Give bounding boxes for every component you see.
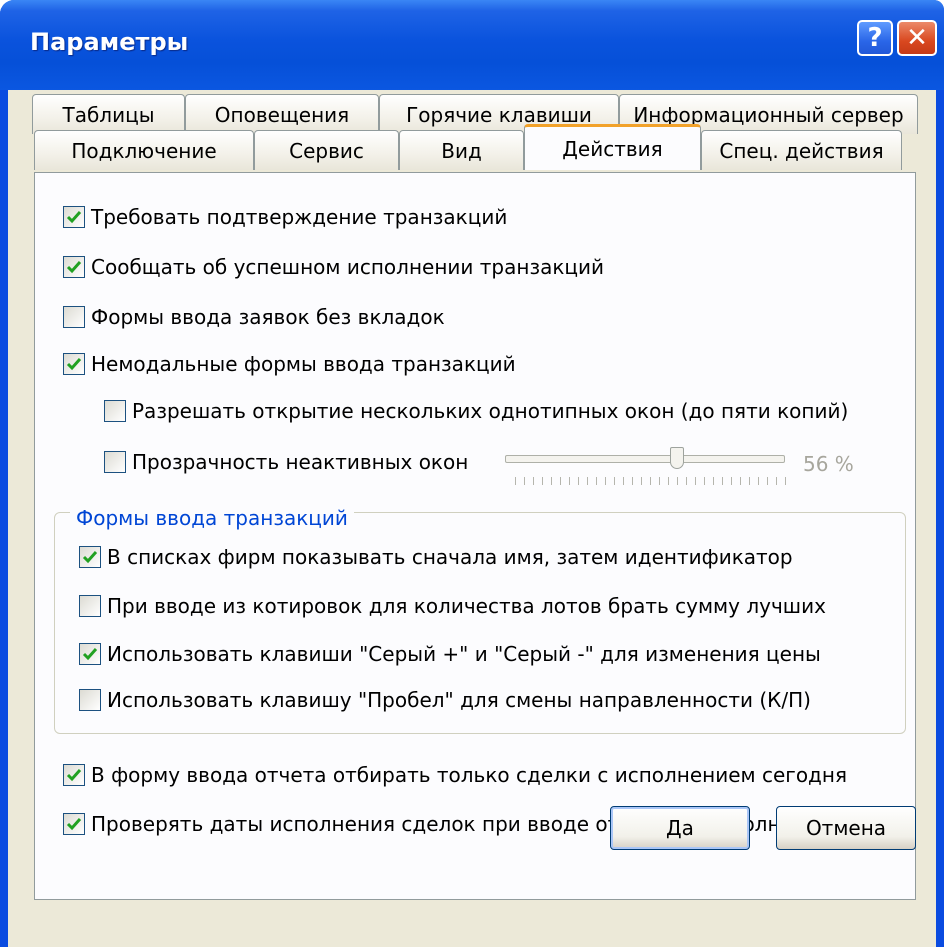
gray-keys-option[interactable]: Использовать клавиши "Серый +" и "Серый … <box>79 643 821 665</box>
title-bar[interactable]: Параметры ? ✕ <box>0 0 944 90</box>
require-confirmation-checkbox[interactable] <box>63 206 85 228</box>
inactive-transparency-option[interactable]: Прозрачность неактивных окон <box>104 451 468 473</box>
report-success-checkbox[interactable] <box>63 256 85 278</box>
require-confirmation-option[interactable]: Требовать подтверждение транзакций <box>63 206 507 228</box>
space-key-checkbox[interactable] <box>79 689 101 711</box>
sum-best-lots-checkbox[interactable] <box>79 595 101 617</box>
tab-tables[interactable]: Таблицы <box>32 94 185 134</box>
tab-actions[interactable]: Действия <box>524 124 701 170</box>
name-first-checkbox[interactable] <box>79 546 101 568</box>
checkmark-icon <box>66 358 82 371</box>
inactive-transparency-label: Прозрачность неактивных окон <box>132 450 469 474</box>
cancel-button[interactable]: Отмена <box>776 806 916 850</box>
forms-without-tabs-label: Формы ввода заявок без вкладок <box>91 305 445 329</box>
tab-connection[interactable]: Подключение <box>34 130 254 170</box>
checkmark-icon <box>66 211 82 224</box>
slider-thumb[interactable] <box>670 447 684 469</box>
name-first-option[interactable]: В списках фирм показывать сначала имя, з… <box>79 546 793 568</box>
tab-special-actions[interactable]: Спец. действия <box>701 130 902 170</box>
checkmark-icon <box>82 551 98 564</box>
forms-without-tabs-option[interactable]: Формы ввода заявок без вкладок <box>63 306 445 328</box>
sum-best-lots-option[interactable]: При вводе из котировок для количества ло… <box>79 595 826 617</box>
transparency-value: 56 % <box>803 452 854 476</box>
window-title: Параметры <box>30 28 189 56</box>
close-icon: ✕ <box>906 23 928 53</box>
require-confirmation-label: Требовать подтверждение транзакций <box>91 205 508 229</box>
slider-track[interactable] <box>505 455 785 463</box>
today-only-option[interactable]: В форму ввода отчета отбирать только сде… <box>63 764 847 786</box>
forms-without-tabs-checkbox[interactable] <box>63 306 85 328</box>
today-only-label: В форму ввода отчета отбирать только сде… <box>91 763 847 787</box>
check-dates-checkbox[interactable] <box>63 813 85 835</box>
name-first-label: В списках фирм показывать сначала имя, з… <box>107 545 793 569</box>
allow-multiple-windows-checkbox[interactable] <box>104 400 126 422</box>
modeless-forms-label: Немодальные формы ввода транзакций <box>91 352 516 376</box>
gray-keys-checkbox[interactable] <box>79 643 101 665</box>
today-only-checkbox[interactable] <box>63 764 85 786</box>
tab-service[interactable]: Сервис <box>254 130 399 170</box>
transparency-slider[interactable] <box>505 445 790 490</box>
checkmark-icon <box>66 261 82 274</box>
checkmark-icon <box>66 769 82 782</box>
checkmark-icon <box>82 648 98 661</box>
tab-view[interactable]: Вид <box>399 130 524 170</box>
allow-multiple-windows-option[interactable]: Разрешать открытие нескольких однотипных… <box>104 400 848 422</box>
slider-ticks <box>515 477 787 485</box>
sum-best-lots-label: При вводе из котировок для количества ло… <box>107 594 826 618</box>
space-key-label: Использовать клавишу "Пробел" для смены … <box>107 688 811 712</box>
report-success-label: Сообщать об успешном исполнении транзакц… <box>91 255 605 279</box>
inactive-transparency-checkbox[interactable] <box>104 451 126 473</box>
ok-button[interactable]: Да <box>610 806 750 850</box>
help-button[interactable]: ? <box>857 20 893 56</box>
checkmark-icon <box>66 818 82 831</box>
space-key-option[interactable]: Использовать клавишу "Пробел" для смены … <box>79 689 811 711</box>
gray-keys-label: Использовать клавиши "Серый +" и "Серый … <box>107 642 821 666</box>
group-title: Формы ввода транзакций <box>70 506 354 530</box>
question-icon: ? <box>867 23 883 53</box>
tab-notifications[interactable]: Оповещения <box>185 94 379 134</box>
modeless-forms-option[interactable]: Немодальные формы ввода транзакций <box>63 353 516 375</box>
modeless-forms-checkbox[interactable] <box>63 353 85 375</box>
close-button[interactable]: ✕ <box>897 20 937 56</box>
options-dialog: Параметры ? ✕ Таблицы Оповещения Горячие… <box>0 0 944 947</box>
report-success-option[interactable]: Сообщать об успешном исполнении транзакц… <box>63 256 604 278</box>
allow-multiple-windows-label: Разрешать открытие нескольких однотипных… <box>132 399 849 423</box>
